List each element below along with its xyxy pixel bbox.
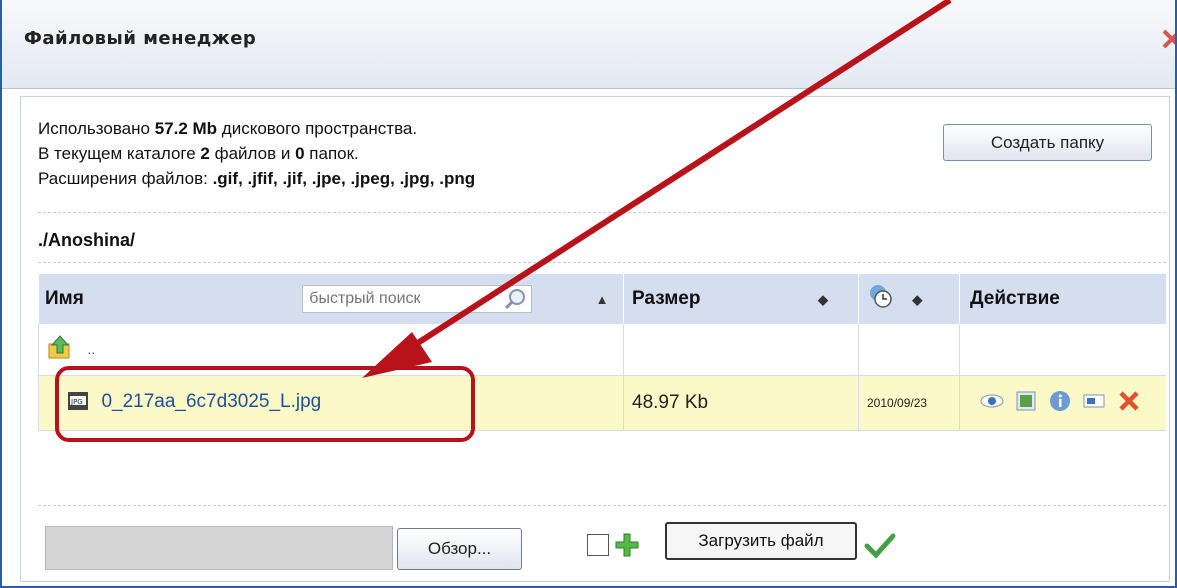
file-size: 48.97 Kb [632, 392, 709, 413]
divider [38, 505, 1166, 506]
annotation-highlight-box [55, 366, 475, 442]
date-column-header[interactable]: ◆ [858, 274, 960, 324]
extensions-list: .gif, .jfif, .jif, .jpe, .jpeg, .jpg, .p… [212, 169, 476, 188]
rename-icon[interactable] [1083, 393, 1105, 414]
window-title: Файловый менеджер [24, 28, 257, 49]
name-column-label: Имя [45, 288, 84, 310]
title-bar: Файловый менеджер [2, 0, 1175, 89]
action-column-header: Действие [959, 274, 1166, 324]
size-column-header[interactable]: Размер ◆ [623, 274, 859, 324]
storage-info: Использовано 57.2 Mb дискового пространс… [38, 116, 475, 191]
eye-icon[interactable] [980, 392, 1004, 415]
name-column-header[interactable]: Имя ▲ [38, 274, 624, 324]
dirs-count: 0 [295, 144, 305, 163]
table-header: Имя ▲ Размер ◆ ◆ Действие [38, 274, 1166, 324]
files-count: 2 [200, 144, 210, 163]
size-column-label: Размер [632, 288, 701, 309]
add-more-checkbox[interactable] [587, 534, 609, 556]
current-path: ./Anoshina/ [38, 230, 136, 250]
info-icon[interactable] [1049, 390, 1071, 417]
upload-file-button[interactable]: Загрузить файл [665, 522, 857, 560]
file-size-cell: 48.97 Kb [623, 375, 859, 431]
file-date-cell: 2010/09/23 [858, 375, 960, 431]
search-input[interactable] [303, 286, 492, 312]
file-path-field[interactable] [45, 526, 393, 570]
file-date: 2010/09/23 [867, 396, 928, 410]
sort-icon[interactable]: ◆ [912, 292, 922, 307]
divider [38, 262, 1166, 263]
empty-cell [623, 324, 859, 376]
file-actions-cell [959, 375, 1166, 431]
clock-icon [867, 283, 893, 315]
action-column-label: Действие [970, 288, 1060, 309]
magnifier-icon[interactable] [503, 288, 527, 316]
divider [38, 212, 1166, 213]
folder-up-icon[interactable] [47, 334, 73, 365]
sort-asc-icon[interactable]: ▲ [596, 292, 609, 307]
parent-label[interactable]: .. [87, 341, 95, 357]
delete-icon[interactable] [1118, 390, 1140, 417]
count-line: В текущем каталоге 2 файлов и 0 папок. [38, 144, 359, 163]
quick-search[interactable] [302, 285, 533, 316]
checkmark-icon [863, 530, 897, 560]
sort-icon[interactable]: ◆ [818, 292, 828, 307]
empty-cell [858, 324, 960, 376]
usage-line: Использовано 57.2 Mb дискового пространс… [38, 119, 418, 138]
extensions-line: Расширения файлов: .gif, .jfif, .jif, .j… [38, 169, 476, 188]
thumbnail-icon[interactable] [1016, 391, 1036, 416]
browse-button[interactable]: Обзор... [397, 528, 522, 570]
empty-cell [959, 324, 1166, 376]
close-icon[interactable] [1161, 28, 1175, 50]
usage-value: 57.2 Mb [154, 119, 218, 138]
plus-icon[interactable] [614, 532, 640, 558]
create-folder-button[interactable]: Создать папку [943, 124, 1152, 161]
